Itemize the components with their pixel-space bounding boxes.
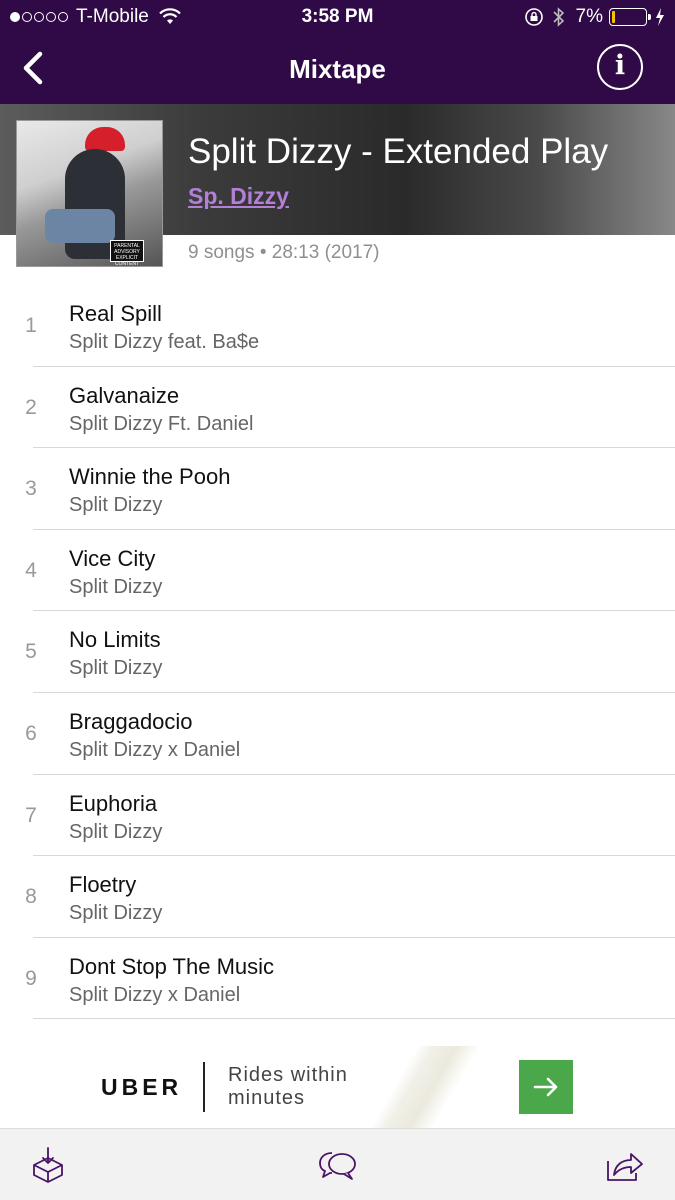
share-icon [607, 1153, 643, 1181]
track-number: 3 [25, 477, 37, 501]
back-button[interactable] [14, 48, 54, 88]
track-artist: Split Dizzy [69, 575, 163, 598]
track-number: 9 [25, 966, 37, 990]
album-title: Split Dizzy - Extended Play [188, 132, 609, 171]
track-number: 7 [25, 803, 37, 827]
ad-decoration [370, 1046, 480, 1130]
chevron-left-icon [23, 51, 43, 85]
bottom-toolbar [0, 1128, 675, 1200]
track-row[interactable]: 5 No Limits Split Dizzy [0, 611, 675, 693]
navigation-bar: Mixtape i [0, 34, 675, 104]
track-artist: Split Dizzy x Daniel [69, 738, 241, 761]
album-cover[interactable]: PARENTAL ADVISORY EXPLICIT CONTENT [16, 120, 163, 267]
track-artist: Split Dizzy [69, 494, 163, 517]
parental-advisory-label: PARENTAL ADVISORY EXPLICIT CONTENT [110, 240, 144, 266]
track-title: Braggadocio [69, 708, 193, 734]
ad-cta-button[interactable] [519, 1060, 573, 1114]
page-title: Mixtape [289, 54, 386, 84]
track-title: Galvanaize [69, 382, 180, 408]
track-artist: Split Dizzy feat. Ba$e [69, 331, 260, 353]
track-title: Vice City [69, 545, 156, 571]
track-row[interactable]: 8 Floetry Split Dizzy [0, 856, 675, 938]
track-title: Winnie the Pooh [69, 464, 231, 490]
chat-bubbles-icon [319, 1152, 356, 1180]
ad-brand-logo: UBER [101, 1074, 183, 1100]
track-artist: Split Dizzy [69, 902, 163, 925]
arrow-right-icon [533, 1077, 558, 1097]
top-bar: T-Mobile 3:58 PM 7% Mixtape i [0, 0, 675, 104]
battery-icon [609, 8, 651, 26]
track-number: 8 [25, 885, 37, 909]
track-title: Real Spill [69, 301, 162, 326]
share-button[interactable] [604, 1145, 644, 1185]
ad-tagline: Rides within minutes [228, 1064, 348, 1109]
info-button[interactable]: i [597, 44, 643, 90]
album-artist-link[interactable]: Sp. Dizzy [188, 183, 289, 210]
comments-button[interactable] [318, 1145, 358, 1185]
track-title: Floetry [69, 872, 137, 898]
track-row[interactable]: 6 Braggadocio Split Dizzy x Daniel [0, 693, 675, 775]
track-artist: Split Dizzy [69, 657, 163, 680]
download-box-icon [33, 1147, 63, 1183]
rotation-lock-icon [524, 8, 543, 26]
track-number: 4 [25, 558, 37, 582]
track-title: No Limits [69, 627, 161, 653]
track-row[interactable]: 1 Real Spill Split Dizzy feat. Ba$e [0, 285, 675, 367]
track-row[interactable]: 9 Dont Stop The Music Split Dizzy x Dani… [0, 938, 675, 1020]
track-row[interactable]: 2 Galvanaize Split Dizzy Ft. Daniel [0, 367, 675, 449]
track-list: 1 Real Spill Split Dizzy feat. Ba$e 2 Ga… [0, 285, 675, 1020]
divider [33, 1018, 675, 1020]
track-title: Dont Stop The Music [69, 953, 275, 979]
status-bar: T-Mobile 3:58 PM 7% [0, 0, 675, 34]
track-title: Euphoria [69, 790, 158, 816]
track-artist: Split Dizzy [69, 820, 163, 843]
track-artist: Split Dizzy Ft. Daniel [69, 412, 254, 435]
album-meta: 9 songs • 28:13 (2017) [188, 242, 380, 263]
track-artist: Split Dizzy x Daniel [69, 983, 241, 1006]
status-right: 7% [524, 6, 665, 28]
track-number: 6 [25, 721, 37, 745]
info-icon: i [614, 50, 626, 81]
track-row[interactable]: 3 Winnie the Pooh Split Dizzy [0, 448, 675, 530]
track-row[interactable]: 7 Euphoria Split Dizzy [0, 775, 675, 857]
battery-percent: 7% [575, 6, 603, 27]
track-number: 2 [25, 395, 37, 419]
track-number: 1 [25, 314, 37, 337]
bluetooth-icon [552, 7, 564, 27]
track-number: 5 [25, 640, 37, 664]
ad-banner[interactable]: UBER Rides within minutes [0, 1040, 675, 1130]
download-button[interactable] [28, 1145, 68, 1185]
charging-bolt-icon [656, 8, 664, 26]
ad-divider [203, 1062, 205, 1112]
track-row[interactable]: 4 Vice City Split Dizzy [0, 530, 675, 612]
